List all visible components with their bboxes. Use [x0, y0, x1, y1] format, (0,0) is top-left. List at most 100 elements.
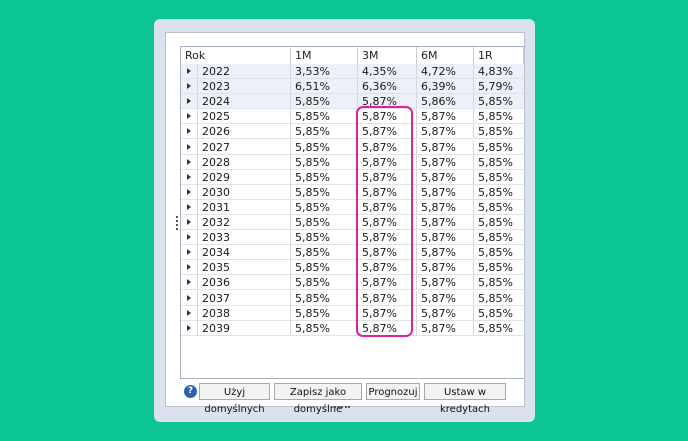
row-expander[interactable]	[181, 260, 197, 274]
cell-rate-1m[interactable]: 5,85%	[291, 290, 358, 305]
cell-rate-3m[interactable]: 5,87%	[358, 275, 417, 290]
cell-rate-3m[interactable]: 5,87%	[358, 305, 417, 320]
forecast-button[interactable]: Prognozuj	[366, 383, 420, 400]
cell-year[interactable]: 2023	[197, 79, 291, 94]
cell-rate-1r[interactable]: 5,85%	[474, 215, 524, 229]
cell-rate-6m[interactable]: 5,87%	[417, 154, 474, 169]
row-expander[interactable]	[181, 94, 197, 108]
cell-rate-6m[interactable]: 5,87%	[417, 245, 474, 260]
cell-rate-3m[interactable]: 5,87%	[358, 199, 417, 214]
cell-rate-1r[interactable]: 5,85%	[474, 306, 524, 320]
cell-year[interactable]: 2024	[197, 94, 291, 109]
cell-rate-1m[interactable]: 5,85%	[291, 275, 358, 290]
cell-rate-6m[interactable]: 5,87%	[417, 169, 474, 184]
table-row[interactable]: 2025 5,85% 5,87% 5,87% 5,85%	[181, 109, 524, 125]
table-row[interactable]: 2039 5,85% 5,87% 5,87% 5,85%	[181, 320, 524, 336]
table-row[interactable]: 2033 5,85% 5,87% 5,87% 5,85%	[181, 230, 524, 246]
expand-arrow-icon[interactable]	[187, 203, 191, 210]
row-expander[interactable]	[181, 79, 197, 93]
expand-arrow-icon[interactable]	[187, 324, 191, 331]
cell-rate-6m[interactable]: 5,86%	[417, 94, 474, 109]
cell-year[interactable]: 2029	[197, 169, 291, 184]
table-row[interactable]: 2028 5,85% 5,87% 5,87% 5,85%	[181, 154, 524, 170]
use-defaults-button[interactable]: Użyj domyślnych	[199, 383, 270, 415]
row-expander[interactable]	[181, 275, 197, 289]
cell-year[interactable]: 2025	[197, 109, 291, 124]
apply-to-loans-button[interactable]: Ustaw w kredytach	[424, 383, 506, 415]
expand-arrow-icon[interactable]	[187, 113, 191, 120]
expand-arrow-icon[interactable]	[187, 143, 191, 150]
cell-rate-1m[interactable]: 5,85%	[291, 94, 358, 109]
row-expander[interactable]	[181, 245, 197, 259]
cell-rate-1r[interactable]: 5,85%	[474, 155, 524, 169]
expand-arrow-icon[interactable]	[187, 128, 191, 135]
cell-rate-3m[interactable]: 5,87%	[358, 290, 417, 305]
cell-rate-1m[interactable]: 5,85%	[291, 230, 358, 245]
cell-rate-1r[interactable]: 5,85%	[474, 245, 524, 259]
row-expander[interactable]	[181, 321, 197, 335]
table-row[interactable]: 2037 5,85% 5,87% 5,87% 5,85%	[181, 290, 524, 306]
cell-rate-3m[interactable]: 5,87%	[358, 215, 417, 230]
cell-rate-1m[interactable]: 5,85%	[291, 215, 358, 230]
row-expander[interactable]	[181, 170, 197, 184]
table-row[interactable]: 2029 5,85% 5,87% 5,87% 5,85%	[181, 169, 524, 185]
column-header-3m[interactable]: 3M	[358, 47, 417, 64]
cell-year[interactable]: 2031	[197, 199, 291, 214]
cell-rate-1r[interactable]: 5,85%	[474, 109, 524, 123]
cell-rate-1m[interactable]: 5,85%	[291, 124, 358, 139]
expand-arrow-icon[interactable]	[187, 173, 191, 180]
row-expander[interactable]	[181, 215, 197, 229]
cell-year[interactable]: 2030	[197, 184, 291, 199]
cell-rate-6m[interactable]: 5,87%	[417, 139, 474, 154]
table-row[interactable]: 2032 5,85% 5,87% 5,87% 5,85%	[181, 215, 524, 231]
cell-rate-6m[interactable]: 5,87%	[417, 124, 474, 139]
cell-rate-1r[interactable]: 5,85%	[474, 170, 524, 184]
row-expander[interactable]	[181, 109, 197, 123]
row-expander[interactable]	[181, 200, 197, 214]
expand-arrow-icon[interactable]	[187, 98, 191, 105]
cell-year[interactable]: 2039	[197, 320, 291, 335]
table-row[interactable]: 2023 6,51% 6,36% 6,39% 5,79%	[181, 79, 524, 95]
table-row[interactable]: 2038 5,85% 5,87% 5,87% 5,85%	[181, 305, 524, 321]
cell-rate-1r[interactable]: 4,83%	[474, 64, 524, 78]
horizontal-splitter-handle[interactable]	[334, 406, 350, 409]
cell-year[interactable]: 2032	[197, 215, 291, 230]
table-row[interactable]: 2027 5,85% 5,87% 5,87% 5,85%	[181, 139, 524, 155]
cell-rate-1m[interactable]: 5,85%	[291, 199, 358, 214]
cell-rate-1r[interactable]: 5,85%	[474, 200, 524, 214]
cell-rate-1m[interactable]: 5,85%	[291, 154, 358, 169]
cell-rate-1m[interactable]: 5,85%	[291, 305, 358, 320]
table-row[interactable]: 2036 5,85% 5,87% 5,87% 5,85%	[181, 275, 524, 291]
expand-arrow-icon[interactable]	[187, 188, 191, 195]
row-expander[interactable]	[181, 306, 197, 320]
row-expander[interactable]	[181, 64, 197, 78]
cell-rate-3m[interactable]: 5,87%	[358, 184, 417, 199]
row-expander[interactable]	[181, 291, 197, 305]
cell-rate-1r[interactable]: 5,85%	[474, 124, 524, 138]
row-expander[interactable]	[181, 124, 197, 138]
expand-arrow-icon[interactable]	[187, 279, 191, 286]
expand-arrow-icon[interactable]	[187, 158, 191, 165]
cell-rate-1m[interactable]: 5,85%	[291, 320, 358, 335]
row-expander[interactable]	[181, 185, 197, 199]
cell-rate-3m[interactable]: 5,87%	[358, 109, 417, 124]
cell-year[interactable]: 2034	[197, 245, 291, 260]
cell-rate-3m[interactable]: 5,87%	[358, 260, 417, 275]
table-row[interactable]: 2034 5,85% 5,87% 5,87% 5,85%	[181, 245, 524, 261]
column-header-6m[interactable]: 6M	[417, 47, 474, 64]
cell-year[interactable]: 2022	[197, 64, 291, 79]
cell-year[interactable]: 2038	[197, 305, 291, 320]
cell-rate-6m[interactable]: 5,87%	[417, 275, 474, 290]
cell-rate-6m[interactable]: 5,87%	[417, 215, 474, 230]
cell-rate-6m[interactable]: 5,87%	[417, 109, 474, 124]
table-row[interactable]: 2035 5,85% 5,87% 5,87% 5,85%	[181, 260, 524, 276]
cell-rate-3m[interactable]: 6,36%	[358, 79, 417, 94]
cell-year[interactable]: 2028	[197, 154, 291, 169]
cell-rate-1r[interactable]: 5,79%	[474, 79, 524, 93]
expand-arrow-icon[interactable]	[187, 68, 191, 74]
cell-rate-1m[interactable]: 5,85%	[291, 184, 358, 199]
table-row[interactable]: 2031 5,85% 5,87% 5,87% 5,85%	[181, 199, 524, 215]
cell-rate-1m[interactable]: 5,85%	[291, 169, 358, 184]
cell-rate-1r[interactable]: 5,85%	[474, 260, 524, 274]
cell-rate-3m[interactable]: 5,87%	[358, 94, 417, 109]
